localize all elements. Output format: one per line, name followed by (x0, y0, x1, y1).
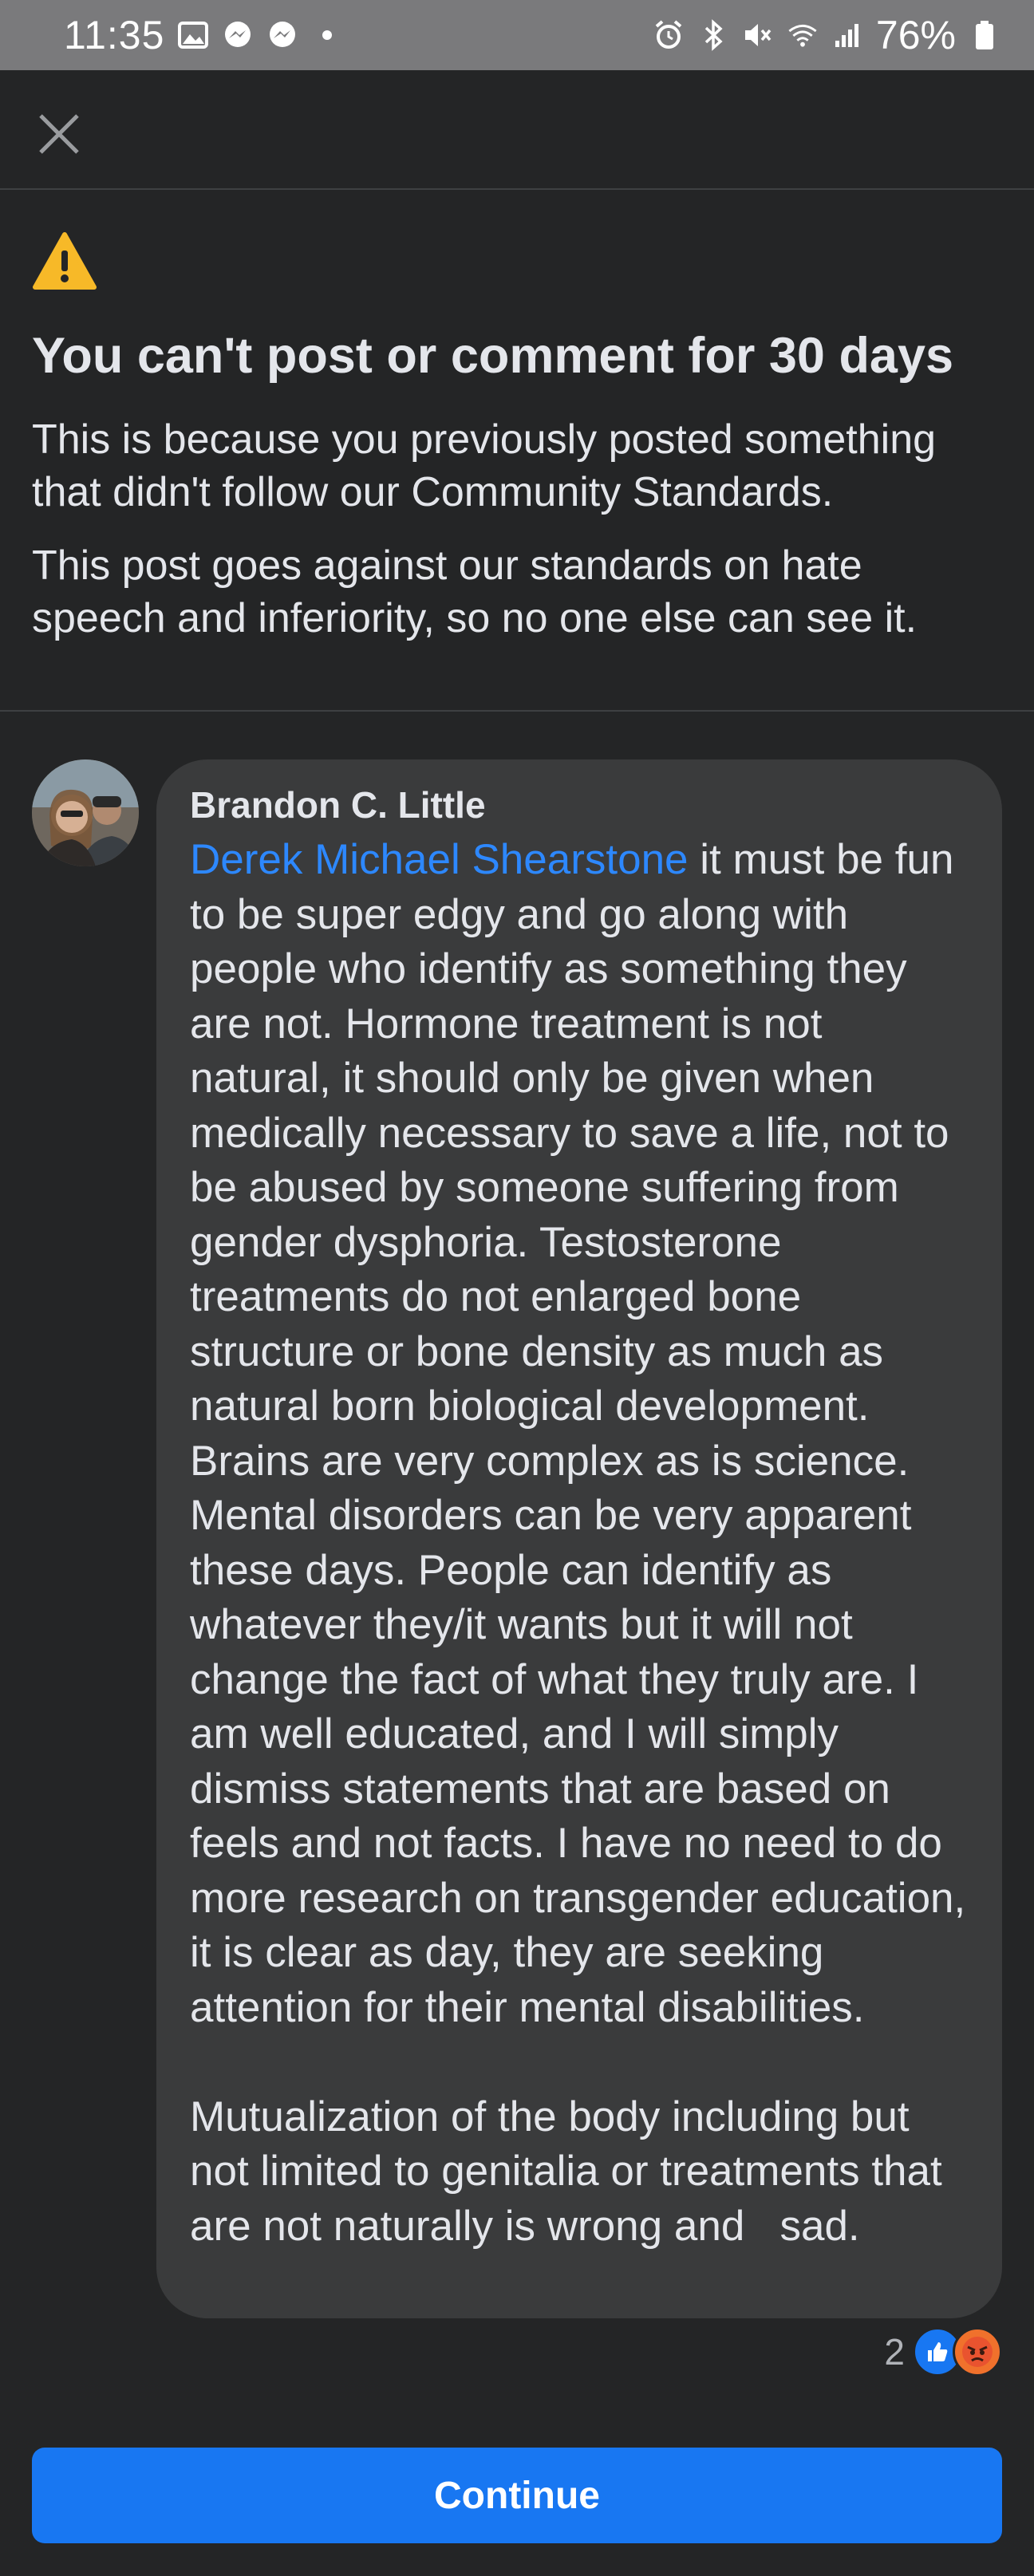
battery-percentage: 76% (875, 13, 956, 57)
signal-icon (831, 19, 863, 51)
alarm-icon (653, 19, 685, 51)
status-bar-right: 76% (653, 12, 1000, 58)
notice-title: You can't post or comment for 30 days (32, 328, 954, 384)
messenger-icon (222, 19, 254, 51)
notice-paragraph-reason: This is because you previously posted so… (32, 416, 937, 515)
warning-icon (33, 232, 97, 290)
battery-icon (969, 19, 1000, 51)
bluetooth-icon (697, 19, 729, 51)
comment-text: Derek Michael Shearstone it must be fun … (190, 833, 970, 2254)
continue-button[interactable]: Continue (32, 2448, 1002, 2543)
comment-mention[interactable]: Derek Michael Shearstone (190, 836, 689, 883)
status-bar: 11:35 76% (0, 0, 1034, 70)
dot-icon (311, 19, 343, 51)
gallery-icon (177, 19, 209, 51)
reaction-count: 2 (884, 2331, 905, 2373)
avatar (32, 759, 139, 866)
reaction-summary[interactable]: 2 (884, 2327, 1002, 2377)
close-button[interactable] (27, 102, 91, 166)
comment-author[interactable]: Brandon C. Little (190, 782, 970, 828)
wifi-icon (787, 19, 819, 51)
angry-icon (953, 2327, 1002, 2377)
mute-icon (742, 19, 774, 51)
comment-body: it must be fun to be super edgy and go a… (190, 836, 966, 2250)
status-time: 11:35 (64, 13, 165, 57)
messenger-icon (266, 19, 298, 51)
status-bar-left: 11:35 (64, 12, 343, 58)
top-bar (0, 70, 1034, 190)
comment-bubble: Brandon C. Little Derek Michael Shearsto… (156, 759, 1002, 2318)
notice-paragraph-detail: This post goes against our standards on … (32, 542, 918, 641)
close-icon (39, 114, 79, 154)
restriction-notice: You can't post or comment for 30 days Th… (0, 190, 1034, 712)
